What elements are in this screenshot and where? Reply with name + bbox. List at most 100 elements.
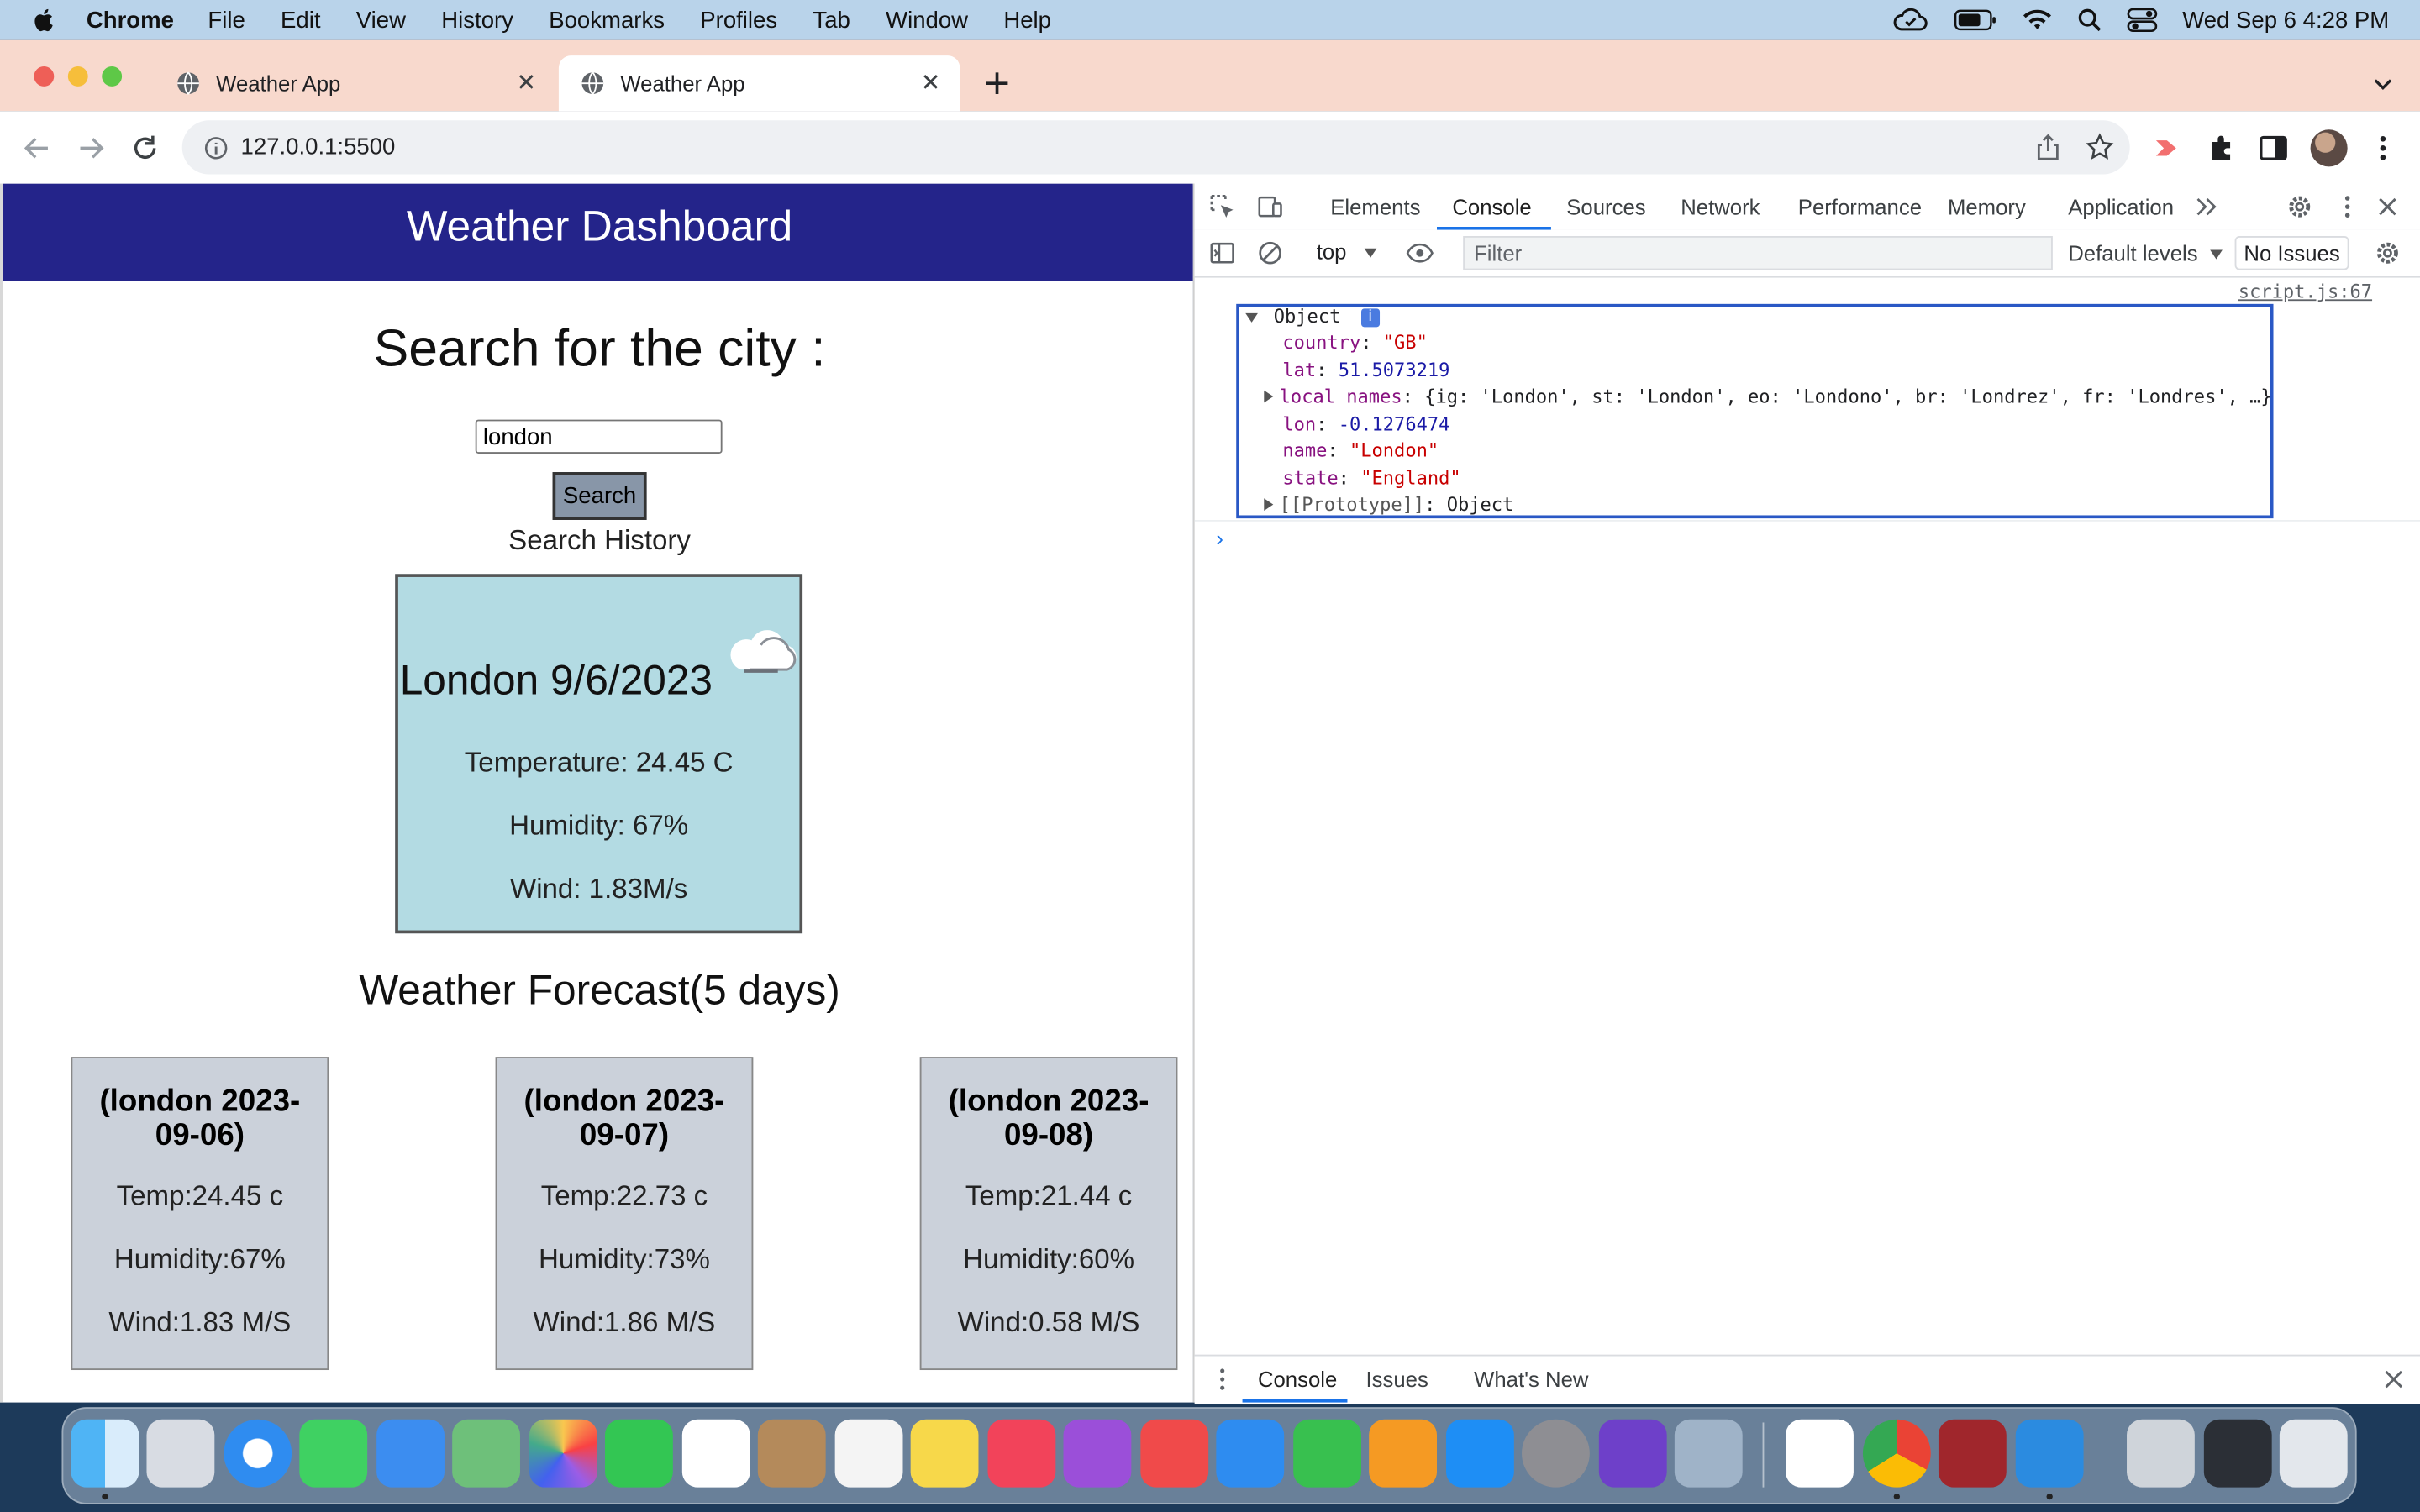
github-desktop-icon[interactable] — [1598, 1419, 1667, 1488]
pages-icon[interactable] — [1369, 1419, 1437, 1488]
menu-edit[interactable]: Edit — [281, 7, 320, 33]
more-vertical-icon[interactable] — [2368, 133, 2399, 164]
notes-icon[interactable] — [910, 1419, 979, 1488]
menu-file[interactable]: File — [208, 7, 245, 33]
object-property-prototype[interactable]: [[Prototype]]: Object — [1264, 492, 1513, 518]
url-text[interactable]: 127.0.0.1:5500 — [241, 134, 396, 160]
vscode-icon[interactable] — [2015, 1419, 2084, 1488]
menu-window[interactable]: Window — [886, 7, 968, 33]
devtools-tab-sources[interactable]: Sources — [1566, 194, 1645, 218]
console-settings-gear-icon[interactable] — [2374, 239, 2402, 267]
apple-icon[interactable] — [31, 6, 59, 34]
device-toolbar-icon[interactable] — [1256, 193, 1284, 221]
menu-tab[interactable]: Tab — [813, 7, 850, 33]
dictionary-icon[interactable] — [1938, 1419, 2007, 1488]
window-close-button[interactable] — [34, 66, 55, 87]
object-header[interactable]: Object i — [1245, 304, 1380, 330]
info-icon[interactable]: i — [1360, 307, 1380, 327]
chrome-icon[interactable] — [1862, 1419, 1931, 1488]
menu-bookmarks[interactable]: Bookmarks — [549, 7, 665, 33]
city-search-input[interactable] — [475, 419, 723, 454]
window-minimize-button[interactable] — [67, 66, 88, 87]
maps-icon[interactable] — [452, 1419, 520, 1488]
console-prompt[interactable]: › — [1216, 526, 1223, 550]
drawer-tab-console[interactable]: Console — [1258, 1367, 1337, 1391]
spotlight-search-icon[interactable] — [2077, 8, 2102, 32]
share-icon[interactable] — [2034, 134, 2062, 162]
app-store-icon[interactable] — [1446, 1419, 1514, 1488]
reminders-icon[interactable] — [834, 1419, 903, 1488]
devtools-tab-elements[interactable]: Elements — [1330, 194, 1420, 218]
facetime-icon[interactable] — [605, 1419, 673, 1488]
bookmark-star-icon[interactable] — [2085, 133, 2114, 162]
clear-console-icon[interactable] — [1256, 239, 1284, 267]
calendar-icon[interactable] — [681, 1419, 750, 1488]
console-source-link[interactable]: script.js:67 — [2238, 281, 2372, 302]
devtools-tab-performance[interactable]: Performance — [1798, 194, 1922, 218]
folder-stack-icon[interactable] — [2127, 1419, 2195, 1488]
forward-arrow-icon[interactable] — [76, 133, 107, 164]
devtools-tab-console[interactable]: Console — [1452, 194, 1531, 218]
context-selector[interactable]: top — [1317, 239, 1378, 264]
close-devtools-icon[interactable] — [2374, 193, 2402, 221]
launchpad-icon[interactable] — [146, 1419, 215, 1488]
menubar-clock[interactable]: Wed Sep 6 4:28 PM — [2182, 7, 2389, 33]
close-icon[interactable] — [920, 71, 942, 92]
screenshot-stack-icon[interactable] — [2203, 1419, 2272, 1488]
devtools-tab-network[interactable]: Network — [1681, 194, 1760, 218]
tab-weather-app-2[interactable]: Weather App — [558, 55, 960, 112]
mail-icon[interactable] — [376, 1419, 445, 1488]
photos-icon[interactable] — [529, 1419, 597, 1488]
news-icon[interactable] — [1140, 1419, 1209, 1488]
extension-arrow-icon[interactable] — [2151, 133, 2182, 164]
side-panel-icon[interactable] — [2258, 133, 2289, 164]
close-icon[interactable] — [515, 71, 537, 92]
menu-app-chrome[interactable]: Chrome — [87, 7, 174, 33]
preview-icon[interactable] — [1674, 1419, 1743, 1488]
extensions-puzzle-icon[interactable] — [2206, 133, 2237, 164]
settings-gear-icon[interactable] — [2286, 193, 2313, 221]
console-filter-input[interactable]: Filter — [1463, 236, 2053, 270]
tab-weather-app-1[interactable]: Weather App — [155, 55, 556, 111]
slack-icon[interactable] — [1786, 1419, 1854, 1488]
numbers-icon[interactable] — [1293, 1419, 1361, 1488]
search-button[interactable]: Search — [552, 472, 647, 520]
profile-avatar[interactable] — [2310, 129, 2348, 167]
sidebar-toggle-icon[interactable] — [1208, 239, 1236, 267]
menu-help[interactable]: Help — [1003, 7, 1051, 33]
expand-triangle-icon[interactable] — [1264, 390, 1274, 403]
address-bar[interactable]: 127.0.0.1:5500 — [182, 120, 2130, 175]
site-info-icon[interactable] — [203, 135, 228, 160]
issues-counter-button[interactable]: No Issues — [2234, 236, 2349, 270]
live-expression-eye-icon[interactable] — [1406, 239, 1434, 267]
contacts-icon[interactable] — [757, 1419, 826, 1488]
more-tabs-chevron-icon[interactable] — [2193, 193, 2221, 221]
object-property-local-names[interactable]: local_names: {ig: 'London', st: 'London'… — [1264, 384, 2272, 410]
messages-icon[interactable] — [299, 1419, 368, 1488]
menu-history[interactable]: History — [441, 7, 513, 33]
close-drawer-icon[interactable] — [2380, 1366, 2407, 1394]
wifi-icon[interactable] — [2022, 8, 2053, 32]
menu-profiles[interactable]: Profiles — [700, 7, 777, 33]
icloud-sync-icon[interactable] — [1892, 6, 1929, 34]
back-arrow-icon[interactable] — [22, 133, 53, 164]
devtools-tab-memory[interactable]: Memory — [1948, 194, 2026, 218]
expand-triangle-icon[interactable] — [1245, 312, 1258, 323]
drawer-menu-icon[interactable] — [1208, 1366, 1236, 1394]
safari-icon[interactable] — [224, 1419, 292, 1488]
control-center-icon[interactable] — [2127, 8, 2158, 33]
inspect-element-icon[interactable] — [1208, 193, 1236, 221]
podcasts-icon[interactable] — [1063, 1419, 1132, 1488]
menu-view[interactable]: View — [356, 7, 406, 33]
trash-icon[interactable] — [2279, 1419, 2348, 1488]
new-tab-plus-icon[interactable] — [981, 68, 1013, 99]
reload-icon[interactable] — [129, 133, 160, 164]
log-levels-dropdown[interactable]: Default levels — [2068, 241, 2223, 265]
drawer-tab-whats-new[interactable]: What's New — [1474, 1367, 1588, 1391]
drawer-tab-issues[interactable]: Issues — [1366, 1367, 1428, 1391]
console-object-output[interactable]: Object i country: "GB" lat: 51.5073219 l… — [1236, 303, 2274, 519]
finder-icon[interactable] — [71, 1419, 139, 1488]
devtools-menu-icon[interactable] — [2333, 193, 2361, 221]
music-icon[interactable] — [987, 1419, 1056, 1488]
system-settings-icon[interactable] — [1522, 1419, 1590, 1488]
